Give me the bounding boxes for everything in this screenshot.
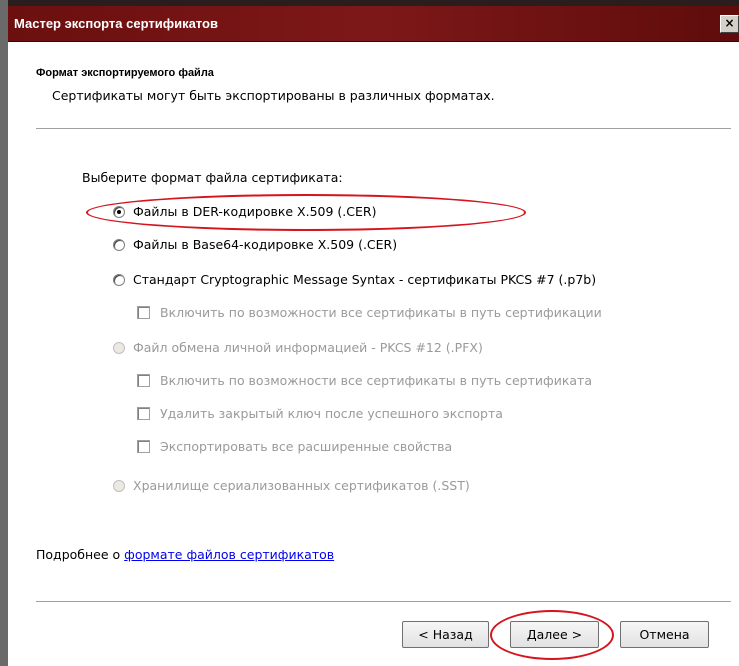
checkbox-pfx-delete-key-box[interactable]	[137, 407, 150, 420]
checkbox-pfx-delete-key-label: Удалить закрытый ключ после успешного эк…	[160, 406, 503, 421]
radio-pkcs7-label: Стандарт Cryptographic Message Syntax - …	[133, 272, 597, 287]
cancel-button[interactable]: Отмена	[620, 621, 709, 648]
checkbox-pfx-export-props-box[interactable]	[137, 440, 150, 453]
radio-base64-label: Файлы в Base64-кодировке X.509 (.CER)	[133, 237, 398, 252]
close-icon: ×	[724, 16, 735, 30]
page-header-title: Формат экспортируемого файла	[36, 67, 214, 79]
close-button[interactable]: ×	[720, 15, 739, 33]
radio-pfx-button[interactable]	[113, 341, 125, 354]
format-prompt: Выберите формат файла сертификата:	[82, 170, 343, 185]
checkbox-pfx-export-props[interactable]: Экспортировать все расширенные свойства	[137, 439, 452, 454]
checkbox-pfx-include-path-box[interactable]	[137, 374, 150, 387]
window-title: Мастер экспорта сертификатов	[14, 16, 218, 31]
more-info-row: Подробнее о формате файлов сертификатов	[36, 547, 334, 562]
radio-base64-button[interactable]	[113, 238, 125, 251]
footer-divider	[36, 601, 731, 603]
radio-pfx-label: Файл обмена личной информацией - PKCS #1…	[133, 340, 483, 355]
radio-der-button[interactable]	[113, 205, 125, 218]
radio-sst-label: Хранилище сериализованных сертификатов (…	[133, 478, 470, 493]
checkbox-pfx-include-path[interactable]: Включить по возможности все сертификаты …	[137, 373, 592, 388]
cert-formats-link[interactable]: формате файлов сертификатов	[124, 547, 334, 562]
checkbox-p7b-include-path-label: Включить по возможности все сертификаты …	[160, 305, 602, 320]
more-info-prefix: Подробнее о	[36, 547, 125, 562]
radio-der-label: Файлы в DER-кодировке X.509 (.CER)	[133, 204, 377, 219]
radio-pfx[interactable]: Файл обмена личной информацией - PKCS #1…	[113, 340, 483, 355]
back-button[interactable]: < Назад	[402, 621, 489, 648]
header-divider	[36, 128, 731, 130]
next-button[interactable]: Далее >	[510, 621, 599, 648]
radio-sst-button[interactable]	[113, 479, 125, 492]
radio-sst[interactable]: Хранилище сериализованных сертификатов (…	[113, 478, 470, 493]
page-header-subtitle: Сертификаты могут быть экспортированы в …	[52, 88, 495, 103]
radio-pkcs7-button[interactable]	[113, 273, 125, 286]
window-left-edge	[0, 0, 8, 666]
radio-pkcs7[interactable]: Стандарт Cryptographic Message Syntax - …	[113, 272, 596, 287]
radio-der[interactable]: Файлы в DER-кодировке X.509 (.CER)	[113, 204, 376, 219]
radio-base64[interactable]: Файлы в Base64-кодировке X.509 (.CER)	[113, 237, 397, 252]
title-bar: Мастер экспорта сертификатов ×	[8, 6, 739, 42]
checkbox-pfx-export-props-label: Экспортировать все расширенные свойства	[160, 439, 453, 454]
checkbox-p7b-include-path[interactable]: Включить по возможности все сертификаты …	[137, 305, 602, 320]
checkbox-pfx-include-path-label: Включить по возможности все сертификаты …	[160, 373, 592, 388]
checkbox-p7b-include-path-box[interactable]	[137, 306, 150, 319]
checkbox-pfx-delete-key[interactable]: Удалить закрытый ключ после успешного эк…	[137, 406, 503, 421]
